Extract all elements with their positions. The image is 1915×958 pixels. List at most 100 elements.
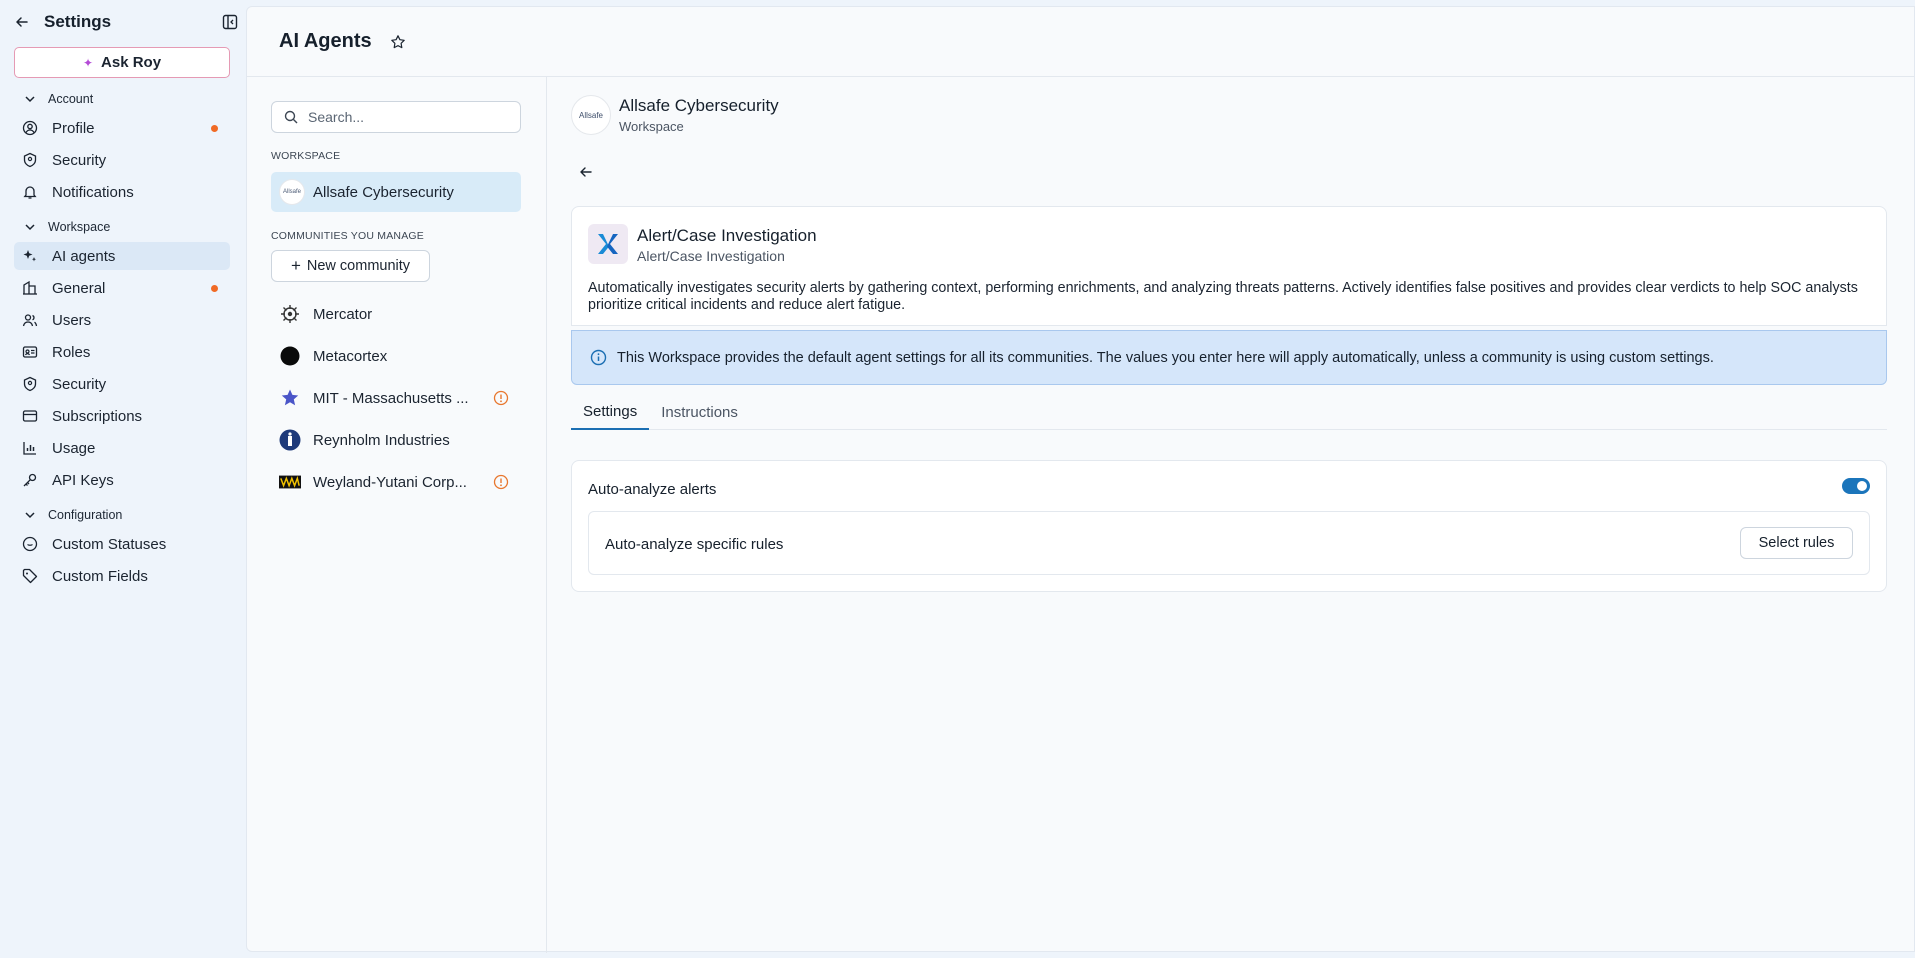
community-item[interactable]: Metacortex — [271, 338, 521, 374]
shield-icon — [22, 152, 38, 168]
search-input[interactable] — [308, 109, 508, 125]
mit-star-logo-icon — [279, 387, 301, 409]
shield-icon — [22, 376, 38, 392]
allsafe-logo: Allsafe — [279, 179, 305, 205]
agent-description: Automatically investigates security aler… — [588, 280, 1858, 313]
sidebar-item-label: Users — [52, 311, 92, 329]
user-circle-icon — [22, 120, 38, 136]
chevron-down-icon — [24, 221, 36, 233]
section-account-label: Account — [48, 92, 94, 106]
workspace-header: Allsafe Allsafe Cybersecurity Workspace — [571, 95, 779, 135]
community-name: Reynholm Industries — [313, 431, 450, 449]
settings-card: Auto-analyze alerts Auto-analyze specifi… — [571, 460, 1887, 592]
community-name: MIT - Massachusetts ... — [313, 389, 469, 407]
section-workspace-toggle[interactable]: Workspace — [24, 217, 110, 237]
workspace-name: Allsafe Cybersecurity — [619, 96, 779, 115]
sidebar-item-label: Custom Statuses — [52, 535, 167, 553]
back-arrow-icon[interactable] — [14, 14, 30, 30]
section-configuration-toggle[interactable]: Configuration — [24, 505, 122, 525]
sidebar-item-security-account[interactable]: Security — [14, 146, 230, 174]
plus-icon: + — [290, 256, 301, 275]
sidebar-item-notifications[interactable]: Notifications — [14, 178, 230, 206]
sidebar-item-custom-statuses[interactable]: Custom Statuses — [14, 530, 230, 558]
search-icon — [284, 110, 298, 124]
toggle-knob — [1857, 481, 1867, 491]
sidebar-item-api-keys[interactable]: API Keys — [14, 466, 230, 494]
sidebar-item-label: Roles — [52, 343, 91, 361]
tab-settings[interactable]: Settings — [571, 395, 650, 430]
specific-rules-card: Auto-analyze specific rules Select rules — [588, 511, 1870, 575]
settings-sidebar: Settings ✦ Ask Roy Account Profile Secur… — [0, 0, 246, 958]
sparkles-icon — [22, 248, 38, 264]
agent-x-logo-icon — [588, 224, 628, 264]
sidebar-item-label: Notifications — [52, 183, 134, 201]
community-item[interactable]: Reynholm Industries — [271, 422, 521, 458]
community-item[interactable]: Weyland-Yutani Corp... — [271, 464, 521, 500]
section-account-toggle[interactable]: Account — [24, 89, 93, 109]
sidebar-item-users[interactable]: Users — [14, 306, 230, 334]
star-favorite-icon[interactable] — [390, 34, 406, 50]
agent-title: Alert/Case Investigation — [637, 226, 817, 245]
sidebar-item-profile[interactable]: Profile — [14, 114, 230, 142]
warning-info-icon[interactable] — [493, 390, 509, 406]
sidebar-item-subscriptions[interactable]: Subscriptions — [14, 402, 230, 430]
section-workspace-label: Workspace — [48, 220, 111, 234]
tag-icon — [22, 568, 38, 584]
collapse-sidebar-icon[interactable] — [222, 14, 238, 30]
select-rules-button[interactable]: Select rules — [1740, 527, 1853, 559]
reynholm-logo-icon — [279, 429, 301, 451]
app-root: Settings ✦ Ask Roy Account Profile Secur… — [0, 0, 1915, 958]
ask-roy-label: Ask Roy — [101, 54, 162, 71]
sidebar-item-label: Profile — [52, 119, 95, 137]
workspace-item[interactable]: Allsafe Allsafe Cybersecurity — [271, 172, 521, 212]
logo-text: Allsafe — [578, 110, 603, 120]
id-card-icon — [22, 344, 38, 360]
info-banner-text: This Workspace provides the default agen… — [617, 349, 1714, 366]
page-title: AI Agents — [279, 30, 372, 52]
sidebar-header: Settings — [14, 10, 238, 34]
allsafe-logo: Allsafe — [571, 95, 611, 135]
community-item[interactable]: MIT - Massachusetts ... — [271, 380, 521, 416]
main-panel: AI Agents WORKSPACE Allsafe Allsafe Cybe… — [246, 6, 1915, 953]
agent-tabs: Settings Instructions — [571, 395, 1887, 430]
auto-analyze-label: Auto-analyze alerts — [588, 481, 717, 498]
agent-detail-panel: Allsafe Allsafe Cybersecurity Workspace … — [547, 77, 1915, 953]
communities-group-label: COMMUNITIES YOU MANAGE — [271, 230, 424, 242]
sidebar-item-roles[interactable]: Roles — [14, 338, 230, 366]
sidebar-item-label: Security — [52, 151, 107, 169]
auto-analyze-toggle[interactable] — [1842, 478, 1870, 494]
sidebar-item-custom-fields[interactable]: Custom Fields — [14, 562, 230, 590]
community-name: Metacortex — [313, 347, 388, 365]
workspace-item-name: Allsafe Cybersecurity — [313, 183, 454, 201]
sidebar-item-label: Security — [52, 375, 107, 393]
community-item[interactable]: Mercator — [271, 296, 521, 332]
metacortex-logo-icon — [279, 345, 301, 367]
warning-info-icon[interactable] — [493, 474, 509, 490]
back-arrow-icon[interactable] — [579, 165, 595, 181]
workspace-header-text: Allsafe Cybersecurity Workspace — [619, 96, 779, 134]
new-community-button[interactable]: + New community — [271, 250, 430, 282]
workspace-type: Workspace — [619, 119, 684, 134]
specific-rules-label: Auto-analyze specific rules — [605, 536, 784, 553]
sidebar-item-label: General — [52, 279, 106, 297]
communities-panel: WORKSPACE Allsafe Allsafe Cybersecurity … — [247, 77, 547, 953]
key-icon — [22, 472, 38, 488]
weyland-yutani-logo-icon — [279, 471, 301, 493]
sidebar-item-ai-agents[interactable]: AI agents — [14, 242, 230, 270]
sidebar-item-security-workspace[interactable]: Security — [14, 370, 230, 398]
page-header: AI Agents — [247, 7, 1914, 77]
bar-chart-icon — [22, 440, 38, 456]
section-configuration-label: Configuration — [48, 508, 123, 522]
chevron-down-icon — [24, 93, 36, 105]
sidebar-item-usage[interactable]: Usage — [14, 434, 230, 462]
info-icon — [590, 349, 607, 366]
mercator-logo-icon — [279, 303, 301, 325]
tab-instructions[interactable]: Instructions — [649, 395, 750, 430]
building-icon — [22, 280, 38, 296]
sidebar-item-general[interactable]: General — [14, 274, 230, 302]
ask-roy-button[interactable]: ✦ Ask Roy — [14, 47, 230, 78]
search-box[interactable] — [271, 101, 521, 133]
community-name: Mercator — [313, 305, 373, 323]
notification-dot — [211, 124, 218, 132]
bell-icon — [22, 184, 38, 200]
